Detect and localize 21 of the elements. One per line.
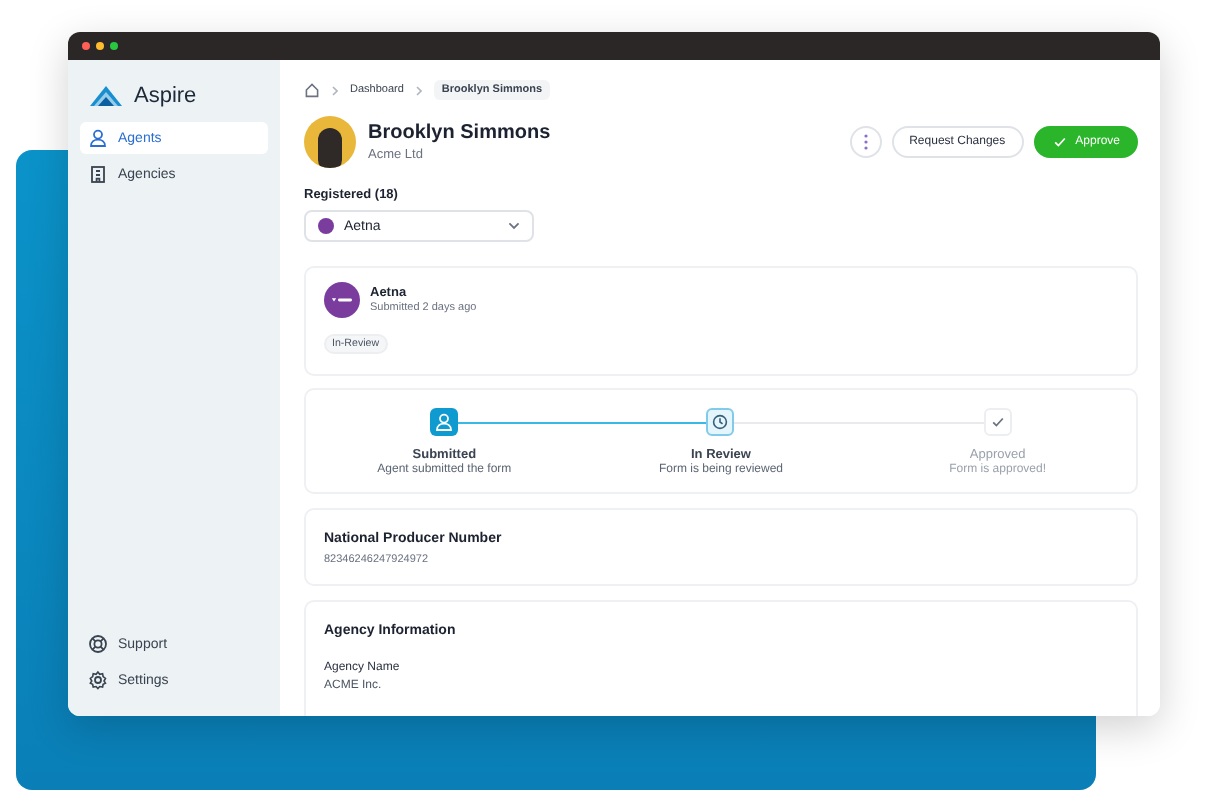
home-icon[interactable]: [304, 82, 320, 98]
app-name: Aspire: [134, 84, 197, 108]
check-icon: [1051, 134, 1068, 150]
gear-icon: [88, 670, 108, 690]
building-icon: [88, 164, 108, 184]
step-person-icon: [430, 408, 459, 436]
chevron-down-icon: [508, 222, 520, 230]
chevron-right-icon: [332, 85, 338, 95]
chevron-right-icon: [415, 85, 422, 95]
carrier-logo-icon: [324, 282, 360, 318]
carrier-logo-icon: [318, 218, 334, 234]
step-clock-icon: [706, 408, 735, 436]
maximize-icon[interactable]: [110, 42, 118, 50]
person-icon: [88, 128, 108, 148]
more-icon: [863, 134, 868, 150]
close-icon[interactable]: [82, 42, 90, 50]
profile-name: Brooklyn Simmons: [368, 122, 551, 144]
logo-icon: [88, 84, 124, 108]
support-icon: [88, 634, 108, 654]
avatar: [304, 116, 356, 168]
minimize-icon[interactable]: [96, 42, 104, 50]
